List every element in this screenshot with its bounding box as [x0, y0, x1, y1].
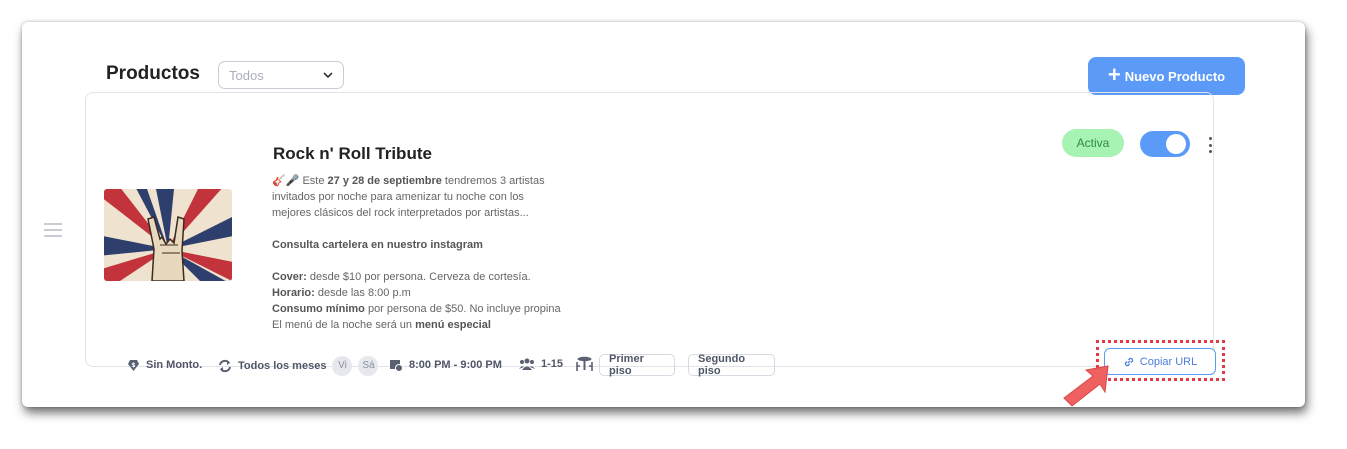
- description-cover: Cover: desde $10 por persona. Cerveza de…: [272, 271, 531, 283]
- description-line-2: invitados por noche para amenizar tu noc…: [272, 191, 524, 203]
- description-cartelera: Consulta cartelera en nuestro instagram: [272, 239, 483, 251]
- active-toggle[interactable]: [1140, 131, 1190, 157]
- description-line-3: mejores clásicos del rock interpretados …: [272, 207, 529, 219]
- area-chip-segundo-piso: Segundo piso: [688, 353, 775, 377]
- product-description: 🎸🎤 Este 27 y 28 de septiembre tendremos …: [272, 173, 602, 333]
- intro-emoji: 🎸🎤: [272, 175, 300, 187]
- copy-url-button[interactable]: Copiar URL: [1104, 348, 1216, 375]
- status-badge: Activa: [1062, 129, 1124, 157]
- intro-pre: Este: [299, 175, 328, 187]
- product-image: [104, 189, 232, 281]
- day-pill-friday: Vi: [332, 356, 353, 376]
- new-product-label: Nuevo Producto: [1124, 68, 1226, 84]
- filter-value: Todos: [229, 68, 264, 83]
- description-menu: El menú de la noche será un menú especia…: [272, 319, 491, 331]
- kebab-menu-icon[interactable]: [1203, 137, 1217, 153]
- day-pill-saturday: Sá: [358, 356, 379, 376]
- description-horario: Horario: desde las 8:00 p.m: [272, 287, 411, 299]
- drag-handle-icon[interactable]: [44, 222, 62, 238]
- toggle-knob: [1166, 134, 1186, 154]
- product-card: [85, 92, 1214, 367]
- repeat-icon: [219, 359, 231, 373]
- link-icon: [1124, 357, 1133, 366]
- new-product-button[interactable]: + Nuevo Producto: [1088, 57, 1245, 95]
- meta-people: 1-15: [519, 358, 563, 370]
- users-icon: [519, 358, 535, 370]
- money-tag-icon: $: [128, 360, 139, 371]
- table-icon: [576, 356, 593, 371]
- product-title: Rock n' Roll Tribute: [273, 144, 432, 163]
- calendar-clock-icon: [390, 360, 403, 372]
- intro-dates: 27 y 28 de septiembre: [327, 175, 442, 187]
- svg-text:$: $: [131, 362, 135, 369]
- meta-time: 8:00 PM - 9:00 PM: [389, 358, 502, 372]
- plus-icon: +: [1107, 62, 1121, 87]
- meta-amount: $ Sin Monto.: [127, 358, 202, 372]
- description-intro: 🎸🎤 Este 27 y 28 de septiembre tendremos …: [272, 173, 602, 189]
- pointer-arrow-icon: [1063, 365, 1109, 407]
- area-chip-primer-piso: Primer piso: [599, 353, 675, 377]
- intro-post: tendremos 3 artistas: [441, 175, 545, 187]
- chevron-down-icon: [323, 72, 333, 79]
- filter-select[interactable]: Todos: [218, 61, 344, 89]
- description-consumo: Consumo mínimo por persona de $50. No in…: [272, 303, 561, 315]
- page-title: Productos: [106, 63, 200, 84]
- meta-recurrence: Todos los meses Vi Sá: [218, 356, 379, 376]
